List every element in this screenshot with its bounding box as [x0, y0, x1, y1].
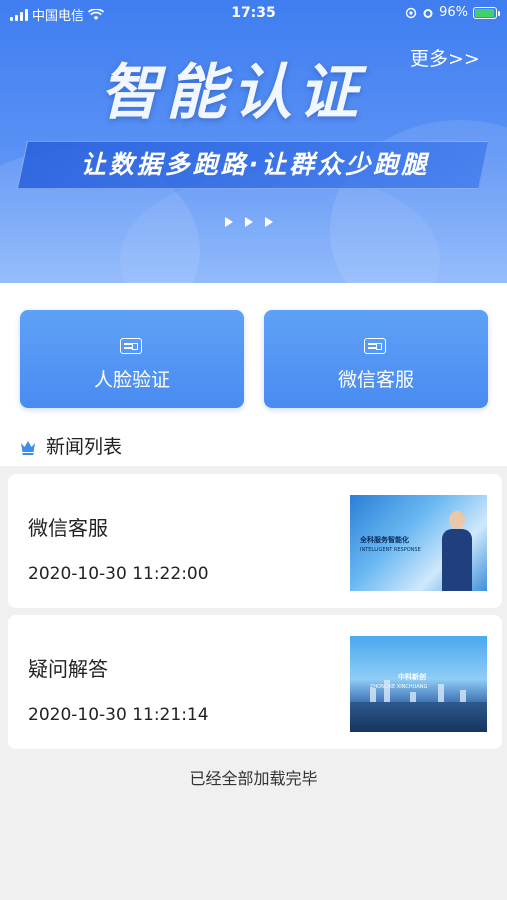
banner[interactable]: 中国电信 17:35 96% 智能认证 更多>> 让数据多跑路·让群众少跑腿: [0, 0, 507, 283]
load-complete-text: 已经全部加载完毕: [189, 769, 318, 788]
news-item[interactable]: 疑问解答 2020-10-30 11:21:14 中科新创 ZHONGKE XI…: [8, 615, 502, 749]
service-agent-image: [442, 511, 472, 591]
alarm-icon: [423, 8, 433, 18]
more-link[interactable]: 更多>>: [410, 44, 480, 71]
play-arrow-icon: [265, 217, 273, 227]
play-arrow-icon: [225, 217, 233, 227]
news-item[interactable]: 微信客服 2020-10-30 11:22:00 全科服务智能化 INTELLI…: [8, 474, 502, 608]
battery-icon: [473, 6, 500, 19]
news-thumbnail: 全科服务智能化 INTELLIGENT RESPONSE: [350, 495, 487, 591]
news-title: 疑问解答: [28, 657, 108, 681]
news-time: 2020-10-30 11:22:00: [28, 564, 209, 584]
news-thumbnail: 中科新创 ZHONGKE XINCHUANG: [350, 636, 487, 732]
location-lock-icon: [405, 7, 417, 18]
wechat-service-button[interactable]: 微信客服: [264, 310, 488, 408]
news-time: 2020-10-30 11:21:14: [28, 705, 209, 725]
face-verify-label: 人脸验证: [93, 369, 170, 391]
news-section-title: 新闻列表: [46, 436, 123, 458]
status-bar: 中国电信 17:35 96%: [0, 0, 507, 28]
slogan-text: 让数据多跑路·让群众少跑腿: [80, 150, 430, 179]
thumbnail-caption: 全科服务智能化: [360, 536, 409, 544]
city-skyline-image: [350, 702, 487, 732]
news-section-header: 新闻列表: [20, 432, 122, 459]
thumbnail-subcaption: ZHONGKE XINCHUANG: [370, 684, 428, 690]
id-card-icon: [120, 338, 142, 354]
carousel-arrows: [225, 217, 273, 227]
face-verify-button[interactable]: 人脸验证: [20, 310, 244, 408]
thumbnail-subcaption: INTELLIGENT RESPONSE: [360, 547, 421, 553]
news-title: 微信客服: [28, 516, 108, 540]
banner-title: 智能认证: [100, 58, 364, 128]
battery-percent: 96%: [439, 5, 468, 20]
id-card-icon: [364, 338, 386, 354]
thumbnail-caption: 中科新创: [398, 673, 426, 681]
crown-icon: [20, 439, 35, 455]
play-arrow-icon: [245, 217, 253, 227]
wechat-service-label: 微信客服: [337, 369, 414, 391]
